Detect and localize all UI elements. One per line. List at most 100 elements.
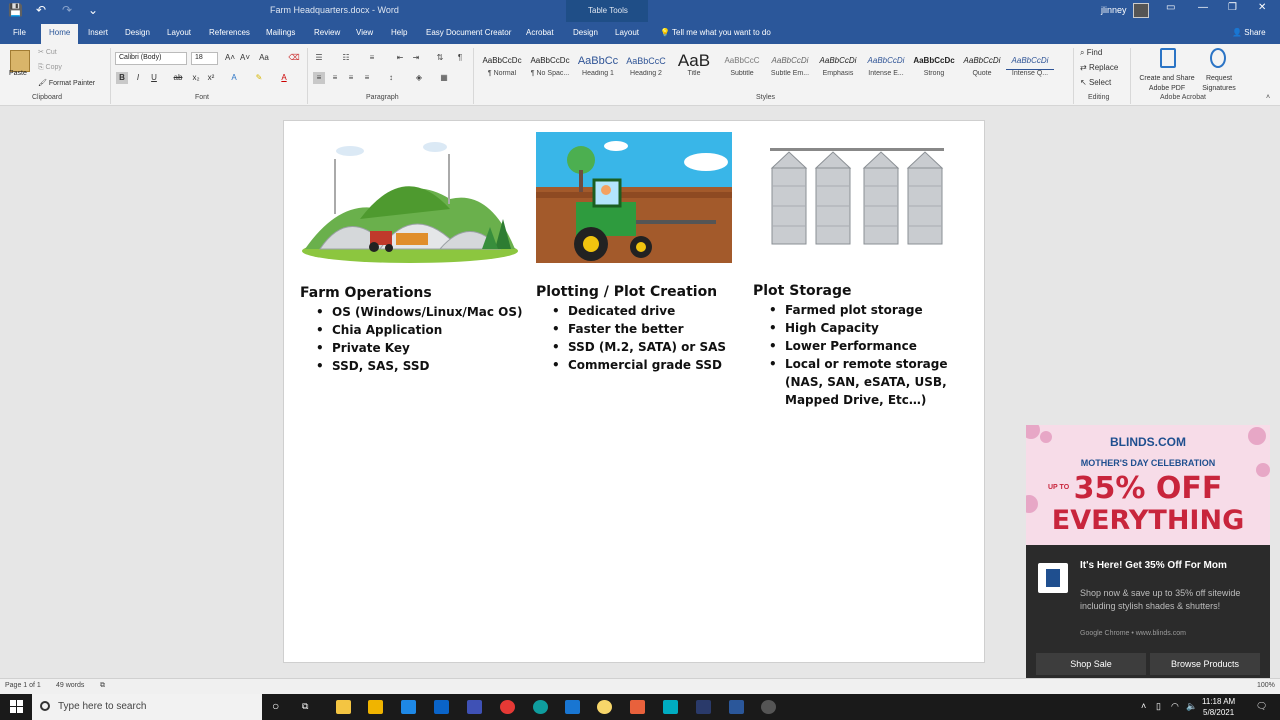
zoom-level[interactable]: 100% — [1257, 682, 1275, 689]
borders-icon[interactable]: ▦ — [438, 72, 450, 84]
replace-button[interactable]: ⇄ Replace — [1080, 63, 1118, 72]
farm-image[interactable] — [300, 139, 520, 264]
line-spacing-icon[interactable]: ↕ — [385, 72, 397, 84]
underline-button[interactable]: U — [148, 72, 160, 84]
italic-button[interactable]: I — [132, 72, 144, 84]
style-intense-quote[interactable]: AaBbCcDi Intense Q... — [1006, 50, 1054, 88]
strikethrough-button[interactable]: ab — [172, 72, 184, 84]
save-icon[interactable]: 💾 — [8, 3, 23, 17]
store-icon[interactable] — [368, 700, 383, 714]
find-button[interactable]: ⌕ Find — [1080, 48, 1102, 58]
foxit-icon[interactable] — [630, 700, 645, 714]
share-button[interactable]: 👤 Share — [1232, 28, 1266, 37]
tab-home[interactable]: Home — [41, 24, 79, 44]
tab-references[interactable]: References — [209, 28, 250, 37]
copy-button[interactable]: ⎘ Copy — [38, 64, 62, 72]
undo-icon[interactable]: ↶ — [34, 3, 48, 17]
numbering-icon[interactable]: ☷ — [340, 52, 352, 64]
clock[interactable]: 11:18 AM 5/8/2021 — [1202, 696, 1235, 718]
style-normal[interactable]: AaBbCcDc ¶ Normal — [478, 50, 526, 88]
align-left-icon[interactable]: ≡ — [313, 72, 325, 84]
minimize-button[interactable]: — — [1198, 2, 1208, 13]
tab-view[interactable]: View — [356, 28, 373, 37]
style-intense-emphasis[interactable]: AaBbCcDi Intense E... — [862, 50, 910, 88]
tab-mailings[interactable]: Mailings — [266, 28, 295, 37]
tab-review[interactable]: Review — [314, 28, 340, 37]
proofing-icon[interactable]: ⧉ — [100, 682, 105, 690]
text-effects-icon[interactable]: A — [228, 72, 240, 84]
tab-easy-document-creator[interactable]: Easy Document Creator — [426, 28, 511, 37]
tab-table-layout[interactable]: Layout — [615, 28, 639, 37]
edge-icon[interactable] — [533, 700, 548, 714]
wifi-icon[interactable]: ◠ — [1171, 701, 1179, 712]
tab-acrobat[interactable]: Acrobat — [526, 28, 554, 37]
page-count[interactable]: Page 1 of 1 — [5, 682, 41, 689]
tray-overflow-icon[interactable]: ˄ — [1141, 701, 1146, 711]
style-strong[interactable]: AaBbCcDc Strong — [910, 50, 958, 88]
user-name[interactable]: jlinney — [1101, 5, 1127, 15]
show-formatting-icon[interactable]: ¶ — [454, 52, 466, 64]
justify-icon[interactable]: ≡ — [361, 72, 373, 84]
highlight-icon[interactable]: ✎ — [253, 72, 265, 84]
browse-products-button[interactable]: Browse Products — [1150, 653, 1260, 675]
windows-start-icon[interactable] — [10, 700, 23, 713]
notes-app-icon[interactable] — [597, 700, 612, 714]
subscript-button[interactable]: x₂ — [190, 72, 202, 84]
obs-icon[interactable] — [761, 700, 776, 714]
format-painter-button[interactable]: 🖌 Format Painter — [38, 79, 95, 87]
style-heading-1[interactable]: AaBbCc Heading 1 — [574, 50, 622, 88]
tab-layout[interactable]: Layout — [167, 28, 191, 37]
select-button[interactable]: ↖ Select — [1080, 78, 1111, 87]
style-no-spacing[interactable]: AaBbCcDc ¶ No Spac... — [526, 50, 574, 88]
ribbon-display-icon[interactable]: ▭ — [1166, 2, 1175, 13]
redo-icon[interactable]: ↷ — [60, 3, 74, 17]
document-page[interactable]: Farm Operations OS (Windows/Linux/Mac OS… — [283, 120, 985, 663]
request-signatures-button[interactable]: Request Signatures — [1198, 74, 1240, 94]
close-button[interactable]: ✕ — [1258, 2, 1266, 13]
style-heading-2[interactable]: AaBbCcC Heading 2 — [622, 50, 670, 88]
font-family-select[interactable]: Calibri (Body) — [115, 52, 187, 65]
taskbar-search[interactable]: Type here to search — [32, 694, 262, 720]
tab-help[interactable]: Help — [391, 28, 407, 37]
ide-icon[interactable] — [696, 700, 711, 714]
change-case-icon[interactable]: Aa — [258, 52, 270, 64]
shop-sale-button[interactable]: Shop Sale — [1036, 653, 1146, 675]
battery-icon[interactable]: ▯ — [1156, 701, 1161, 712]
align-right-icon[interactable]: ≡ — [345, 72, 357, 84]
shading-icon[interactable]: ◈ — [413, 72, 425, 84]
shrink-font-icon[interactable]: A˅ — [239, 52, 251, 64]
customize-icon[interactable]: ⌄ — [86, 3, 100, 17]
teams-icon[interactable] — [467, 700, 482, 714]
mail-icon[interactable] — [401, 700, 416, 714]
avatar[interactable] — [1133, 3, 1149, 18]
task-view-icon[interactable]: ⧉ — [302, 701, 308, 712]
action-center-icon[interactable]: 🗨 — [1256, 701, 1267, 712]
style-subtle-emphasis[interactable]: AaBbCcDi Subtle Em... — [766, 50, 814, 88]
notification-ad-image[interactable]: BLINDS.COM MOTHER'S DAY CELEBRATION UP T… — [1026, 425, 1270, 545]
cut-button[interactable]: ✂ Cut — [38, 48, 57, 56]
outlook-icon[interactable] — [434, 700, 449, 714]
chrome-icon[interactable] — [500, 700, 515, 714]
style-title[interactable]: AaB Title — [670, 50, 718, 88]
cortana-icon[interactable]: ○ — [272, 699, 279, 713]
increase-indent-icon[interactable]: ⇥ — [410, 52, 422, 64]
style-emphasis[interactable]: AaBbCcDi Emphasis — [814, 50, 862, 88]
tell-me-search[interactable]: 💡 Tell me what you want to do — [660, 28, 771, 37]
decrease-indent-icon[interactable]: ⇤ — [394, 52, 406, 64]
grow-font-icon[interactable]: A˄ — [224, 52, 236, 64]
tractor-image[interactable] — [536, 132, 732, 263]
create-share-pdf-button[interactable]: Create and Share Adobe PDF — [1136, 74, 1198, 94]
sort-icon[interactable]: ⇅ — [434, 52, 446, 64]
file-explorer-icon[interactable] — [336, 700, 351, 714]
chrome-notification[interactable]: It's Here! Get 35% Off For Mom Shop now … — [1026, 545, 1270, 685]
volume-icon[interactable]: 🔈 — [1186, 701, 1197, 712]
tab-file[interactable]: File — [13, 28, 26, 37]
bold-button[interactable]: B — [116, 72, 128, 84]
camtasia-icon[interactable] — [663, 700, 678, 714]
multilevel-list-icon[interactable]: ≡ — [366, 52, 378, 64]
restore-button[interactable]: ❐ — [1228, 2, 1237, 13]
paste-button[interactable]: Paste — [9, 70, 27, 77]
word-taskbar-icon[interactable] — [729, 700, 744, 714]
align-center-icon[interactable]: ≡ — [329, 72, 341, 84]
style-subtitle[interactable]: AaBbCcC Subtitle — [718, 50, 766, 88]
